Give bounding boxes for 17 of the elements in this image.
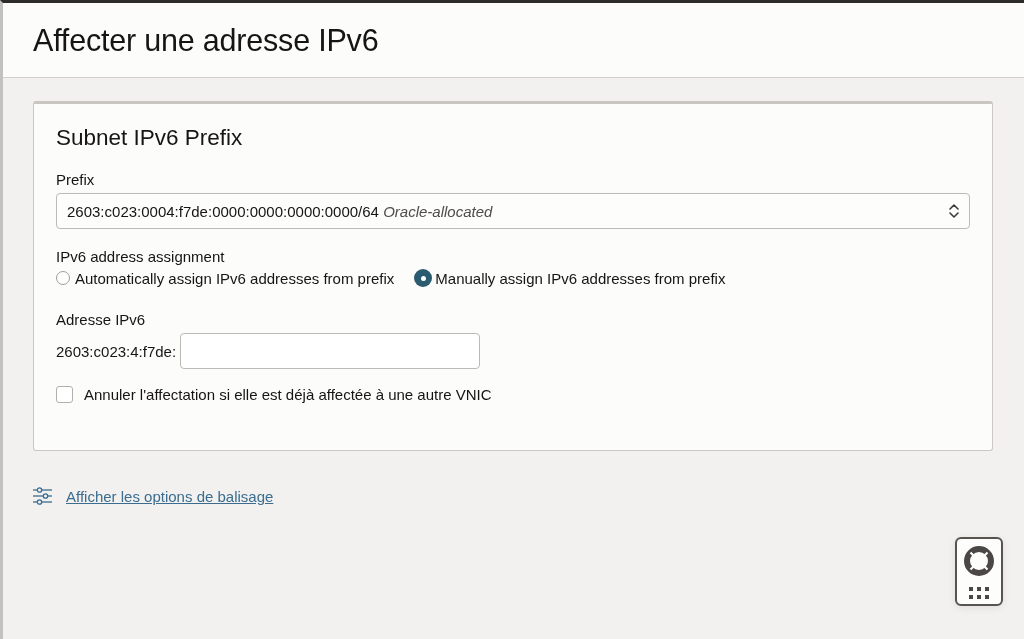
radio-option[interactable]: Automatically assign IPv6 addresses from prefix — [56, 269, 395, 287]
prefix-select[interactable]: 2603:c023:0004:f7de:0000:0000:0000:0000/64 Oracle-allocated — [56, 193, 970, 229]
address-input[interactable] — [180, 333, 481, 369]
checkbox-option[interactable]: Annuler l'affectation si elle est déjà affectée à une autre VNIC — [56, 386, 970, 403]
field-label: Prefix — [56, 171, 96, 188]
tagging-options-link[interactable]: Afficher les options de balisage — [66, 487, 274, 505]
dialog-title: Affecter une adresse IPv6 — [33, 22, 379, 58]
section-title: Subnet IPv6 Prefix — [56, 125, 244, 151]
chevron-up-down-icon — [949, 203, 959, 219]
field-label: IPv6 address assignment — [56, 248, 226, 265]
help-button[interactable] — [955, 537, 1003, 606]
lifebuoy-icon — [963, 544, 995, 577]
sliders-icon — [33, 487, 52, 505]
field-label: Adresse IPv6 — [56, 311, 147, 328]
address-prefix: 2603:c023:4:f7de: — [56, 342, 177, 360]
dots-grid-icon — [969, 586, 989, 599]
radio-option[interactable]: Manually assign IPv6 addresses from prefix — [414, 269, 726, 287]
